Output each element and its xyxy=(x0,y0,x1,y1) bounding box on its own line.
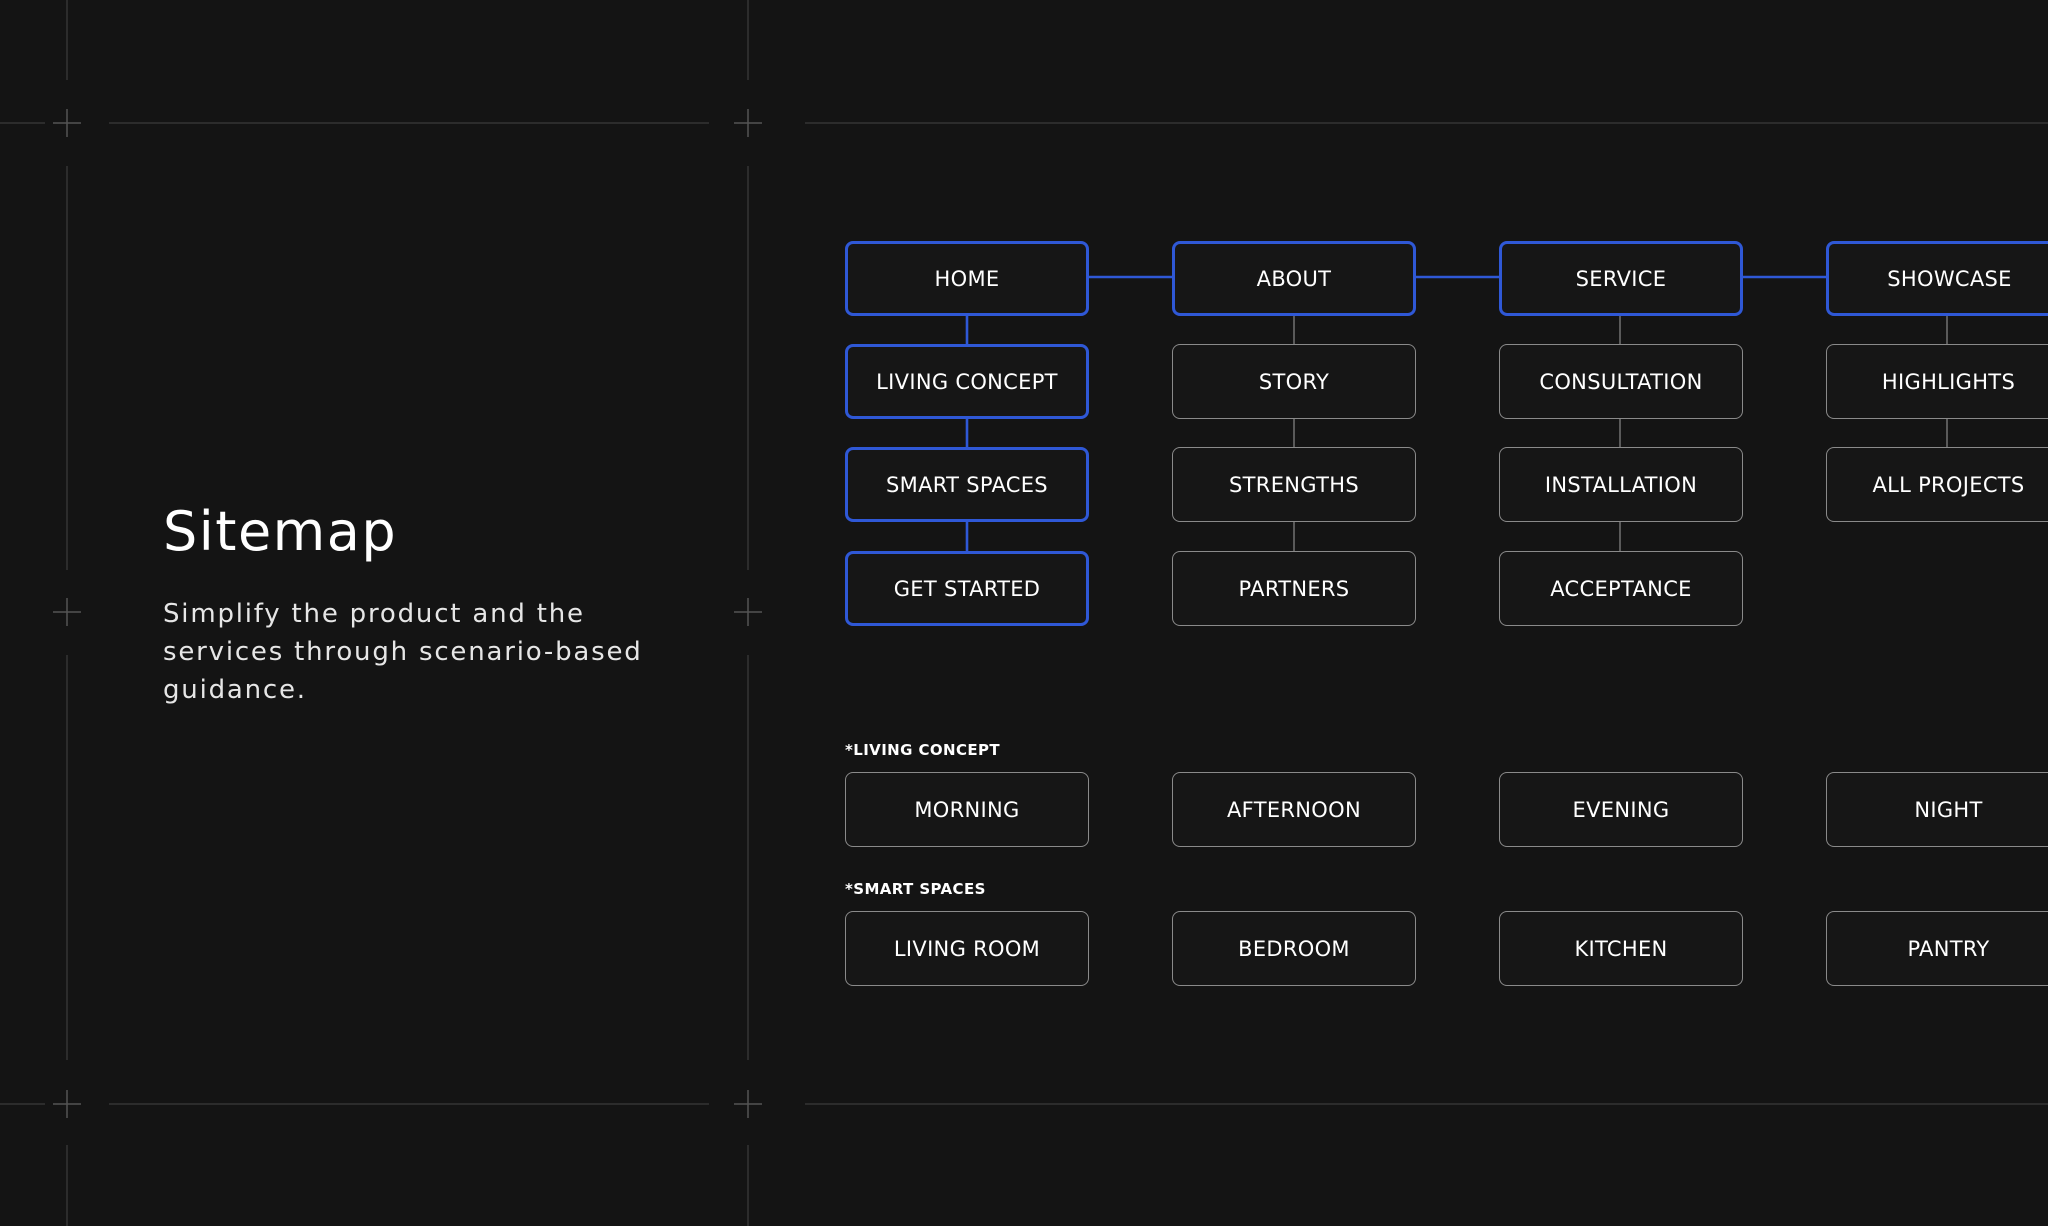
node-night: NIGHT xyxy=(1826,772,2048,847)
node-consultation: CONSULTATION xyxy=(1499,344,1743,419)
node-morning: MORNING xyxy=(845,772,1089,847)
intro-panel: Sitemap Simplify the product and the ser… xyxy=(163,500,683,709)
page-description: Simplify the product and the services th… xyxy=(163,599,643,705)
node-smart-spaces: SMART SPACES xyxy=(845,447,1089,522)
node-showcase: SHOWCASE xyxy=(1826,241,2048,316)
node-afternoon: AFTERNOON xyxy=(1172,772,1416,847)
node-living-room: LIVING ROOM xyxy=(845,911,1089,986)
living-concept-heading: *LIVING CONCEPT xyxy=(845,741,1001,759)
node-about: ABOUT xyxy=(1172,241,1416,316)
node-living-concept: LIVING CONCEPT xyxy=(845,344,1089,419)
node-pantry: PANTRY xyxy=(1826,911,2048,986)
node-story: STORY xyxy=(1172,344,1416,419)
node-home: HOME xyxy=(845,241,1089,316)
node-kitchen: KITCHEN xyxy=(1499,911,1743,986)
smart-spaces-heading: *SMART SPACES xyxy=(845,880,986,898)
node-bedroom: BEDROOM xyxy=(1172,911,1416,986)
node-installation: INSTALLATION xyxy=(1499,447,1743,522)
node-service: SERVICE xyxy=(1499,241,1743,316)
node-highlights: HIGHLIGHTS xyxy=(1826,344,2048,419)
node-all-projects: ALL PROJECTS xyxy=(1826,447,2048,522)
node-get-started: GET STARTED xyxy=(845,551,1089,626)
node-evening: EVENING xyxy=(1499,772,1743,847)
node-partners: PARTNERS xyxy=(1172,551,1416,626)
page-title: Sitemap xyxy=(163,500,398,563)
node-strengths: STRENGTHS xyxy=(1172,447,1416,522)
node-acceptance: ACCEPTANCE xyxy=(1499,551,1743,626)
